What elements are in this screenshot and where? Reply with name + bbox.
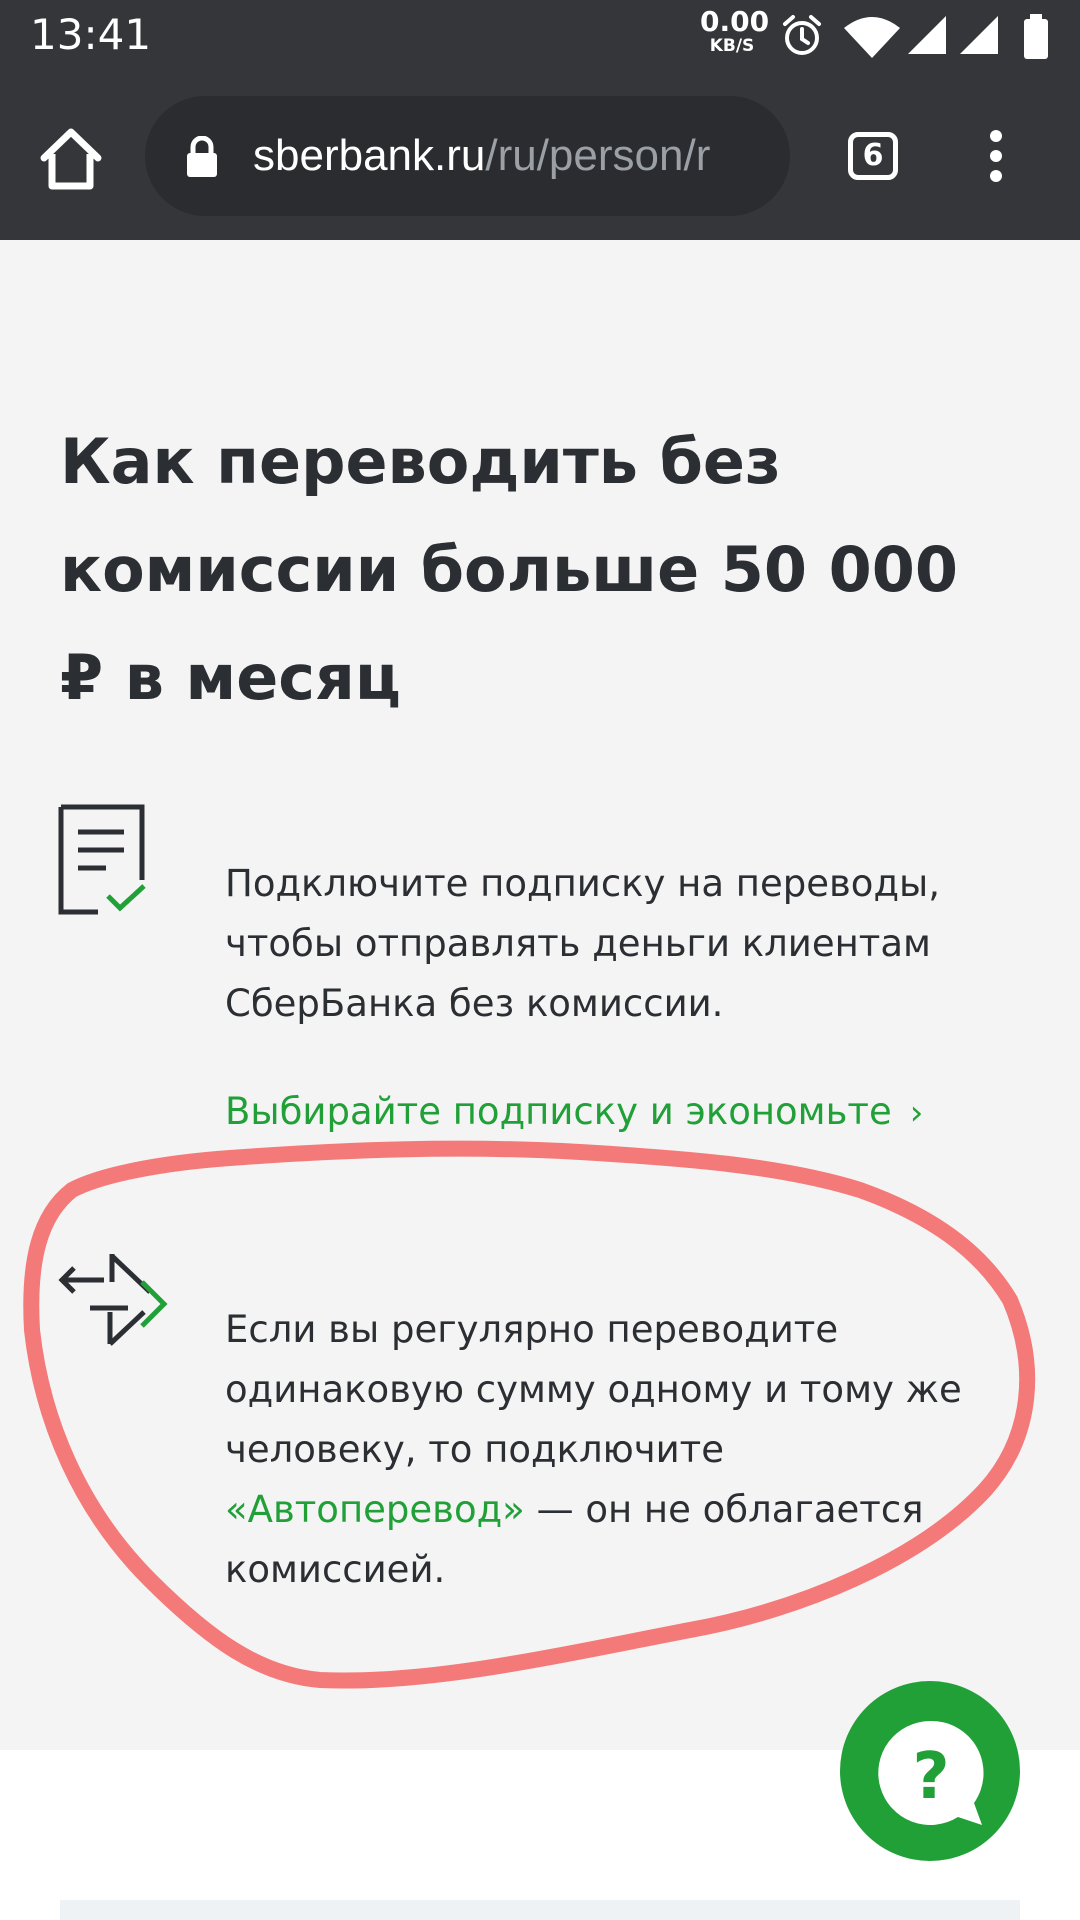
autotransfer-text: Если вы регулярно переводите одинаковую … bbox=[225, 1300, 1025, 1600]
signal-icon bbox=[908, 16, 946, 54]
network-speed: 0.00 KB/S bbox=[700, 5, 770, 56]
url-host: sberbank.ru bbox=[253, 131, 486, 180]
browser-toolbar: sberbank.ru/ru/person/r 6 bbox=[0, 72, 1080, 240]
tab-switcher-button[interactable]: 6 bbox=[848, 132, 898, 180]
page-title: Как переводить без комиссии больше 50 00… bbox=[60, 425, 959, 714]
alarm-icon bbox=[783, 15, 821, 55]
help-chat-icon: ? bbox=[878, 1720, 984, 1825]
home-icon[interactable] bbox=[36, 124, 106, 194]
status-time: 13:41 bbox=[30, 10, 152, 59]
subscription-link[interactable]: Выбирайте подписку и экономьте › bbox=[225, 1082, 923, 1143]
signal-icon bbox=[960, 16, 998, 54]
address-bar[interactable]: sberbank.ru/ru/person/r bbox=[145, 96, 790, 216]
more-vert-icon[interactable] bbox=[980, 128, 1012, 184]
chevron-right-icon: › bbox=[909, 1093, 924, 1133]
network-speed-unit: KB/S bbox=[709, 36, 755, 56]
subscription-text: Подключите подписку на переводы, чтобы о… bbox=[225, 862, 940, 1025]
status-bar: 13:41 0.00 KB/S x bbox=[0, 0, 1080, 72]
next-section-card bbox=[60, 1900, 1020, 1920]
help-question-mark: ? bbox=[912, 1740, 949, 1814]
transfer-arrows-icon bbox=[58, 1254, 168, 1346]
wifi-icon: x bbox=[844, 17, 900, 58]
autotransfer-text-before: Если вы регулярно переводите одинаковую … bbox=[225, 1308, 962, 1471]
battery-icon bbox=[1024, 14, 1048, 59]
lock-icon bbox=[187, 136, 217, 177]
document-check-icon bbox=[58, 804, 146, 915]
url-text: sberbank.ru/ru/person/r bbox=[253, 126, 710, 186]
subscription-link-label: Выбирайте подписку и экономьте bbox=[225, 1090, 892, 1133]
url-path: /ru/person/r bbox=[485, 131, 711, 180]
help-chat-button[interactable]: ? bbox=[840, 1681, 1020, 1861]
network-speed-value: 0.00 bbox=[700, 5, 770, 38]
autotransfer-link[interactable]: «Автоперевод» bbox=[225, 1488, 525, 1531]
page-content: Как переводить без комиссии больше 50 00… bbox=[0, 240, 1080, 1750]
